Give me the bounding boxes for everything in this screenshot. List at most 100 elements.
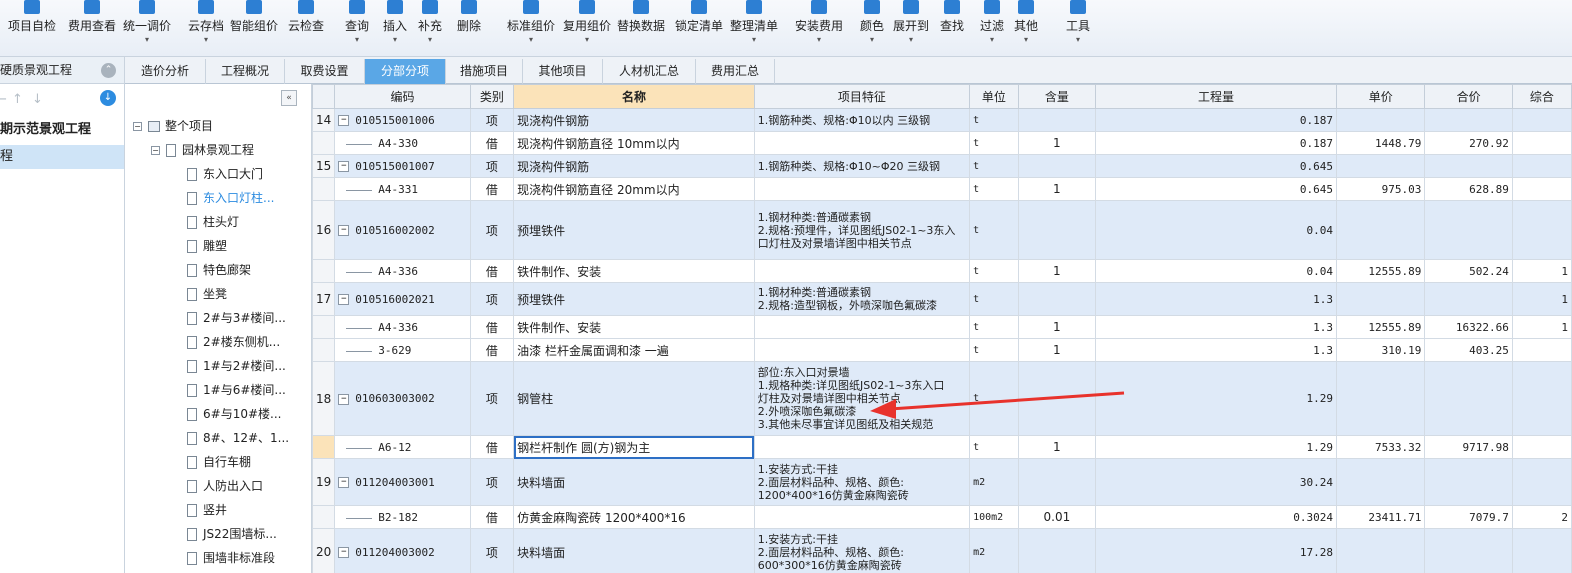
column-header[interactable]: 单价: [1335, 84, 1426, 109]
grid-cell[interactable]: [1017, 282, 1096, 316]
grid-cell[interactable]: [1335, 458, 1426, 506]
dropdown-caret-icon[interactable]: ▾: [730, 36, 778, 44]
grid-cell[interactable]: 23411.71: [1335, 505, 1426, 529]
grid-cell[interactable]: t: [969, 435, 1019, 459]
toolbar-button-2[interactable]: 统一调价 ▾: [123, 0, 171, 46]
collapse-toggle-icon[interactable]: −: [338, 393, 350, 405]
column-header[interactable]: [312, 84, 336, 109]
toolbar-button-14[interactable]: 整理清单 ▾: [730, 0, 778, 46]
grid-cell[interactable]: 块料墙面: [513, 528, 755, 573]
grid-cell[interactable]: 钢栏杆制作 圆(方)钢为主: [513, 435, 755, 459]
toolbar-button-19[interactable]: 过滤 ▾: [980, 0, 1004, 46]
grid-cell[interactable]: 项: [469, 154, 515, 178]
column-header[interactable]: 类别: [469, 84, 515, 109]
grid-cell[interactable]: 借: [469, 131, 515, 155]
collapse-up-icon[interactable]: ⌃: [101, 63, 116, 78]
collapse-panel-icon[interactable]: «: [281, 90, 297, 106]
grid-cell[interactable]: [1424, 458, 1513, 506]
grid-cell[interactable]: t: [969, 200, 1019, 260]
tree-item[interactable]: 1#与6#楼间...: [187, 379, 286, 401]
grid-cell[interactable]: [312, 338, 336, 362]
column-header[interactable]: 综合: [1511, 84, 1572, 109]
grid-cell[interactable]: 1.3: [1094, 315, 1337, 339]
grid-cell[interactable]: [753, 315, 971, 339]
grid-cell[interactable]: [1424, 108, 1513, 132]
grid-cell[interactable]: t: [969, 131, 1019, 155]
grid-cell[interactable]: 3-629: [334, 338, 471, 362]
grid-cell[interactable]: [1424, 361, 1513, 436]
grid-cell[interactable]: 17.28: [1094, 528, 1337, 573]
grid-cell[interactable]: 403.25: [1424, 338, 1513, 362]
grid-cell[interactable]: [1511, 361, 1572, 436]
tree-item[interactable]: 8#、12#、1...: [187, 427, 289, 449]
tab-4[interactable]: 措施项目: [446, 59, 523, 84]
grid-cell[interactable]: [1017, 108, 1096, 132]
dropdown-caret-icon[interactable]: ▾: [1066, 36, 1090, 44]
grid-cell[interactable]: 借: [469, 315, 515, 339]
dropdown-caret-icon[interactable]: ▾: [188, 36, 224, 44]
toolbar-button-20[interactable]: 其他 ▾: [1014, 0, 1038, 46]
grid-cell[interactable]: 16: [312, 200, 336, 260]
grid-cell[interactable]: −010516002021: [334, 282, 471, 316]
grid-cell[interactable]: A4-336: [334, 315, 471, 339]
grid-cell[interactable]: [753, 338, 971, 362]
tree-item[interactable]: 特色廊架: [187, 259, 251, 281]
grid-cell[interactable]: [753, 259, 971, 283]
grid-cell[interactable]: [1511, 154, 1572, 178]
grid-cell[interactable]: 0.645: [1094, 177, 1337, 201]
grid-cell[interactable]: 借: [469, 435, 515, 459]
toolbar-button-1[interactable]: 费用查看: [68, 0, 116, 46]
grid-cell[interactable]: −010516002002: [334, 200, 471, 260]
grid-cell[interactable]: [312, 435, 336, 459]
grid-cell[interactable]: 1: [1017, 131, 1096, 155]
tab-2[interactable]: 取费设置: [285, 59, 365, 84]
grid-cell[interactable]: [1511, 435, 1572, 459]
grid-cell[interactable]: [1511, 108, 1572, 132]
column-header[interactable]: 项目特征: [753, 84, 971, 109]
grid-cell[interactable]: m2: [969, 528, 1019, 573]
grid-cell[interactable]: 0.01: [1017, 505, 1096, 529]
tree-item[interactable]: 东入口灯柱...: [187, 187, 274, 209]
dropdown-caret-icon[interactable]: ▾: [1014, 36, 1038, 44]
collapse-toggle-icon[interactable]: −: [338, 115, 350, 126]
grid-cell[interactable]: 借: [469, 338, 515, 362]
grid-cell[interactable]: 1.安装方式:干挂 2.面层材料品种、规格、颜色: 1200*400*16仿黄金麻陶…: [753, 458, 971, 506]
grid-cell[interactable]: 仿黄金麻陶瓷砖 1200*400*16: [513, 505, 755, 529]
grid-cell[interactable]: 20: [312, 528, 336, 573]
grid-cell[interactable]: t: [969, 177, 1019, 201]
tab-3[interactable]: 分部分项: [365, 59, 446, 84]
grid-cell[interactable]: 项: [469, 282, 515, 316]
tab-5[interactable]: 其他项目: [523, 59, 603, 84]
dropdown-caret-icon[interactable]: ▾: [383, 36, 407, 44]
grid-cell[interactable]: [1511, 131, 1572, 155]
tree-item[interactable]: 2#楼东侧机...: [187, 331, 280, 353]
grid-cell[interactable]: m2: [969, 458, 1019, 506]
grid-cell[interactable]: 钢管柱: [513, 361, 755, 436]
dropdown-caret-icon[interactable]: ▾: [563, 36, 611, 44]
collapse-toggle-icon[interactable]: −: [338, 477, 350, 488]
grid-cell[interactable]: 项: [469, 458, 515, 506]
grid-cell[interactable]: [753, 435, 971, 459]
grid-cell[interactable]: 1.钢材种类:普通碳素钢 2.规格:造型钢板，外喷深咖色氟碳漆: [753, 282, 971, 316]
grid-cell[interactable]: 0.04: [1094, 259, 1337, 283]
grid-cell[interactable]: 1: [1511, 315, 1572, 339]
grid-cell[interactable]: −011204003002: [334, 528, 471, 573]
grid-cell[interactable]: B2-182: [334, 505, 471, 529]
grid-cell[interactable]: [1424, 154, 1513, 178]
grid-cell[interactable]: A6-12: [334, 435, 471, 459]
quota-row[interactable]: A4-330 借现浇构件钢筋直径 10mm以内 t 1 0.187 1448.79 270.…: [312, 131, 1572, 155]
toolbar-button-15[interactable]: 安装费用 ▾: [795, 0, 843, 46]
grid-cell[interactable]: 18: [312, 361, 336, 436]
grid-cell[interactable]: 1.钢筋种类、规格:Φ10~Φ20 三级钢: [753, 154, 971, 178]
grid-cell[interactable]: [1511, 458, 1572, 506]
grid-cell[interactable]: [753, 131, 971, 155]
tree-item[interactable]: 2#与3#楼间...: [187, 307, 286, 329]
project-name[interactable]: 期示范景观工程: [0, 118, 124, 142]
grid-cell[interactable]: [1017, 200, 1096, 260]
column-header[interactable]: 含量: [1017, 84, 1096, 109]
grid-cell[interactable]: 502.24: [1424, 259, 1513, 283]
tab-7[interactable]: 费用汇总: [696, 59, 775, 84]
column-header[interactable]: 工程量: [1094, 84, 1337, 109]
grid-cell[interactable]: 部位:东入口对景墙 1.规格种类:详见图纸JS02-1~3东入口 灯柱及对景墙详图中…: [753, 361, 971, 436]
grid-cell[interactable]: 借: [469, 177, 515, 201]
